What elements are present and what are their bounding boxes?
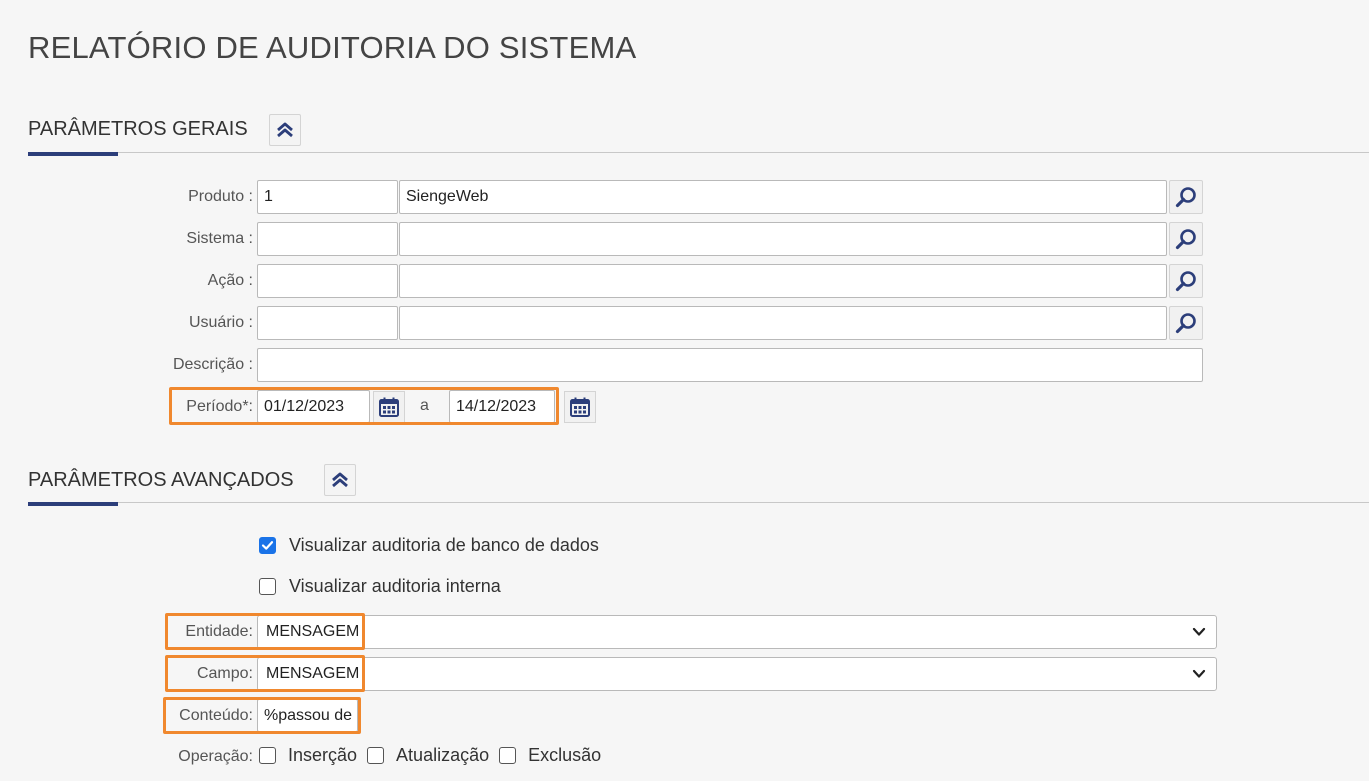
operacao-exclusao-checkbox[interactable]: [499, 747, 517, 764]
db-audit-label: Visualizar auditoria de banco de dados: [289, 535, 599, 555]
produto-description-input[interactable]: SiengeWeb: [399, 180, 1167, 214]
produto-search-button[interactable]: [1169, 180, 1203, 214]
internal-audit-checkbox[interactable]: [259, 578, 276, 595]
periodo-start-calendar-button[interactable]: [373, 391, 405, 423]
produto-label: Produto :: [188, 188, 253, 205]
calendar-icon: [379, 397, 399, 417]
operacao-exclusao-option[interactable]: Exclusão: [499, 745, 601, 766]
operacao-atualizacao-option[interactable]: Atualização: [367, 745, 489, 766]
magnifier-icon: [1175, 313, 1196, 334]
periodo-end-calendar-button[interactable]: [564, 391, 596, 423]
usuario-label: Usuário :: [188, 314, 253, 331]
operacao-insercao-checkbox[interactable]: [259, 747, 276, 764]
entidade-label: Entidade:: [185, 623, 253, 640]
periodo-separator: a: [420, 397, 429, 414]
descricao-input[interactable]: [257, 348, 1203, 382]
conteudo-input[interactable]: %passou de: [257, 699, 358, 732]
campo-label: Campo:: [196, 665, 253, 682]
acao-description-input[interactable]: [399, 264, 1167, 298]
operacao-insercao-option[interactable]: Inserção: [259, 745, 357, 766]
usuario-search-button[interactable]: [1169, 306, 1203, 340]
advanced-section-title: PARÂMETROS AVANÇADOS: [28, 469, 294, 491]
db-audit-option[interactable]: Visualizar auditoria de banco de dados: [259, 535, 599, 556]
produto-code-input[interactable]: 1: [257, 180, 398, 214]
operacao-insercao-label: Inserção: [288, 745, 358, 765]
conteudo-label: Conteúdo:: [179, 707, 253, 724]
calendar-icon: [570, 397, 590, 417]
operacao-label: Operação:: [178, 748, 253, 765]
advanced-collapse-button[interactable]: [324, 464, 356, 496]
advanced-section-divider: [28, 502, 1369, 503]
checkmark-icon: [261, 541, 274, 550]
db-audit-checkbox[interactable]: [259, 537, 276, 554]
acao-code-input[interactable]: [257, 264, 398, 298]
acao-label: Ação :: [207, 272, 253, 289]
sistema-search-button[interactable]: [1169, 222, 1203, 256]
sistema-label: Sistema :: [186, 230, 253, 247]
chevron-down-icon: [1192, 627, 1206, 636]
periodo-end-input[interactable]: 14/12/2023: [449, 390, 555, 423]
advanced-section-accent: [28, 502, 118, 506]
descricao-label: Descrição :: [172, 356, 253, 373]
periodo-label: Período*:: [186, 398, 253, 415]
general-collapse-button[interactable]: [269, 114, 301, 146]
page-title: RELATÓRIO DE AUDITORIA DO SISTEMA: [28, 30, 637, 65]
campo-selected-value: MENSAGEM: [266, 665, 360, 682]
internal-audit-option[interactable]: Visualizar auditoria interna: [259, 576, 501, 597]
double-chevron-up-icon: [332, 472, 348, 488]
periodo-start-input[interactable]: 01/12/2023: [257, 390, 370, 423]
operacao-atualizacao-label: Atualização: [396, 745, 490, 765]
operacao-atualizacao-checkbox[interactable]: [367, 747, 385, 764]
operacao-exclusao-label: Exclusão: [528, 745, 602, 765]
magnifier-icon: [1175, 271, 1196, 292]
chevron-down-icon: [1192, 669, 1206, 678]
double-chevron-up-icon: [277, 122, 293, 138]
entidade-selected-value: MENSAGEM: [266, 623, 360, 640]
sistema-code-input[interactable]: [257, 222, 398, 256]
general-section-title: PARÂMETROS GERAIS: [28, 118, 248, 140]
usuario-description-input[interactable]: [399, 306, 1167, 340]
general-section-divider: [28, 152, 1369, 153]
general-section-accent: [28, 152, 118, 156]
magnifier-icon: [1175, 229, 1196, 250]
acao-search-button[interactable]: [1169, 264, 1203, 298]
sistema-description-input[interactable]: [399, 222, 1167, 256]
campo-select[interactable]: MENSAGEM: [257, 657, 1217, 691]
entidade-select[interactable]: MENSAGEM: [257, 615, 1217, 649]
operacao-options: Inserção Atualização Exclusão: [259, 745, 611, 766]
magnifier-icon: [1175, 187, 1196, 208]
internal-audit-label: Visualizar auditoria interna: [289, 576, 501, 596]
usuario-code-input[interactable]: [257, 306, 398, 340]
